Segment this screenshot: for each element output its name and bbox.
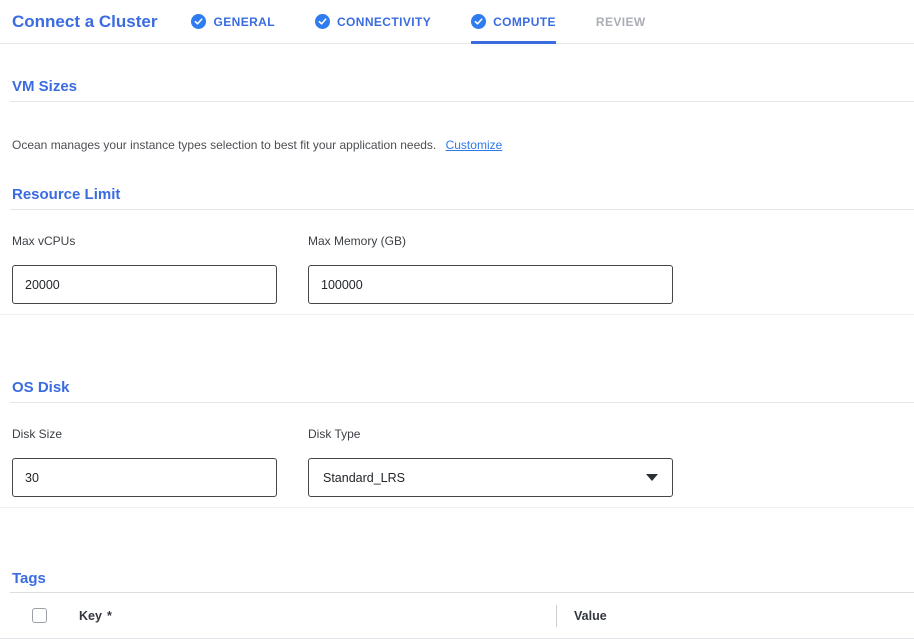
disk-type-field-group: Disk Type Standard_LRS (308, 427, 673, 497)
max-vcpus-field-group: Max vCPUs (12, 234, 277, 304)
check-circle-icon (191, 14, 206, 29)
tab-label: CONNECTIVITY (337, 15, 431, 29)
tab-label: GENERAL (213, 15, 274, 29)
divider (10, 209, 914, 210)
tab-label: COMPUTE (493, 15, 556, 29)
os-disk-fields: Disk Size Disk Type Standard_LRS (12, 427, 902, 497)
tab-compute[interactable]: COMPUTE (471, 0, 556, 43)
select-all-checkbox[interactable] (32, 608, 47, 623)
vm-sizes-description: Ocean manages your instance types select… (12, 138, 436, 152)
max-memory-input[interactable] (308, 265, 673, 304)
os-disk-heading: OS Disk (12, 379, 914, 396)
disk-size-input[interactable] (12, 458, 277, 497)
max-memory-field-group: Max Memory (GB) (308, 234, 673, 304)
required-marker: * (107, 609, 112, 623)
tags-table-header-row: Key * Value (0, 593, 914, 639)
divider (0, 314, 914, 315)
tags-heading: Tags (12, 570, 914, 587)
divider (10, 402, 914, 403)
max-memory-label: Max Memory (GB) (308, 234, 673, 248)
tab-general[interactable]: GENERAL (191, 0, 274, 43)
wizard-header: Connect a Cluster GENERAL CONNECTIVITY C… (0, 0, 914, 44)
disk-type-label: Disk Type (308, 427, 673, 441)
check-circle-icon (315, 14, 330, 29)
divider (10, 101, 914, 102)
check-circle-icon (471, 14, 486, 29)
key-column-label: Key (79, 609, 102, 623)
divider (0, 507, 914, 508)
tab-review[interactable]: REVIEW (596, 0, 646, 43)
disk-type-selected-value: Standard_LRS (323, 471, 405, 485)
resource-limit-fields: Max vCPUs Max Memory (GB) (12, 234, 902, 304)
column-divider (556, 605, 557, 627)
max-vcpus-label: Max vCPUs (12, 234, 277, 248)
tags-value-column-header: Value (574, 609, 607, 623)
caret-down-icon (646, 474, 658, 481)
resource-limit-heading: Resource Limit (12, 186, 914, 203)
disk-size-label: Disk Size (12, 427, 277, 441)
vm-sizes-description-row: Ocean manages your instance types select… (12, 138, 902, 152)
disk-type-select[interactable]: Standard_LRS (308, 458, 673, 497)
tab-label: REVIEW (596, 15, 646, 29)
disk-size-field-group: Disk Size (12, 427, 277, 497)
tags-key-column-header: Key * (79, 609, 556, 623)
page-title: Connect a Cluster (12, 12, 157, 32)
customize-link[interactable]: Customize (446, 138, 503, 152)
max-vcpus-input[interactable] (12, 265, 277, 304)
wizard-tabs: GENERAL CONNECTIVITY COMPUTE REVIEW (191, 0, 685, 43)
vm-sizes-heading: VM Sizes (12, 78, 914, 95)
tab-connectivity[interactable]: CONNECTIVITY (315, 0, 431, 43)
